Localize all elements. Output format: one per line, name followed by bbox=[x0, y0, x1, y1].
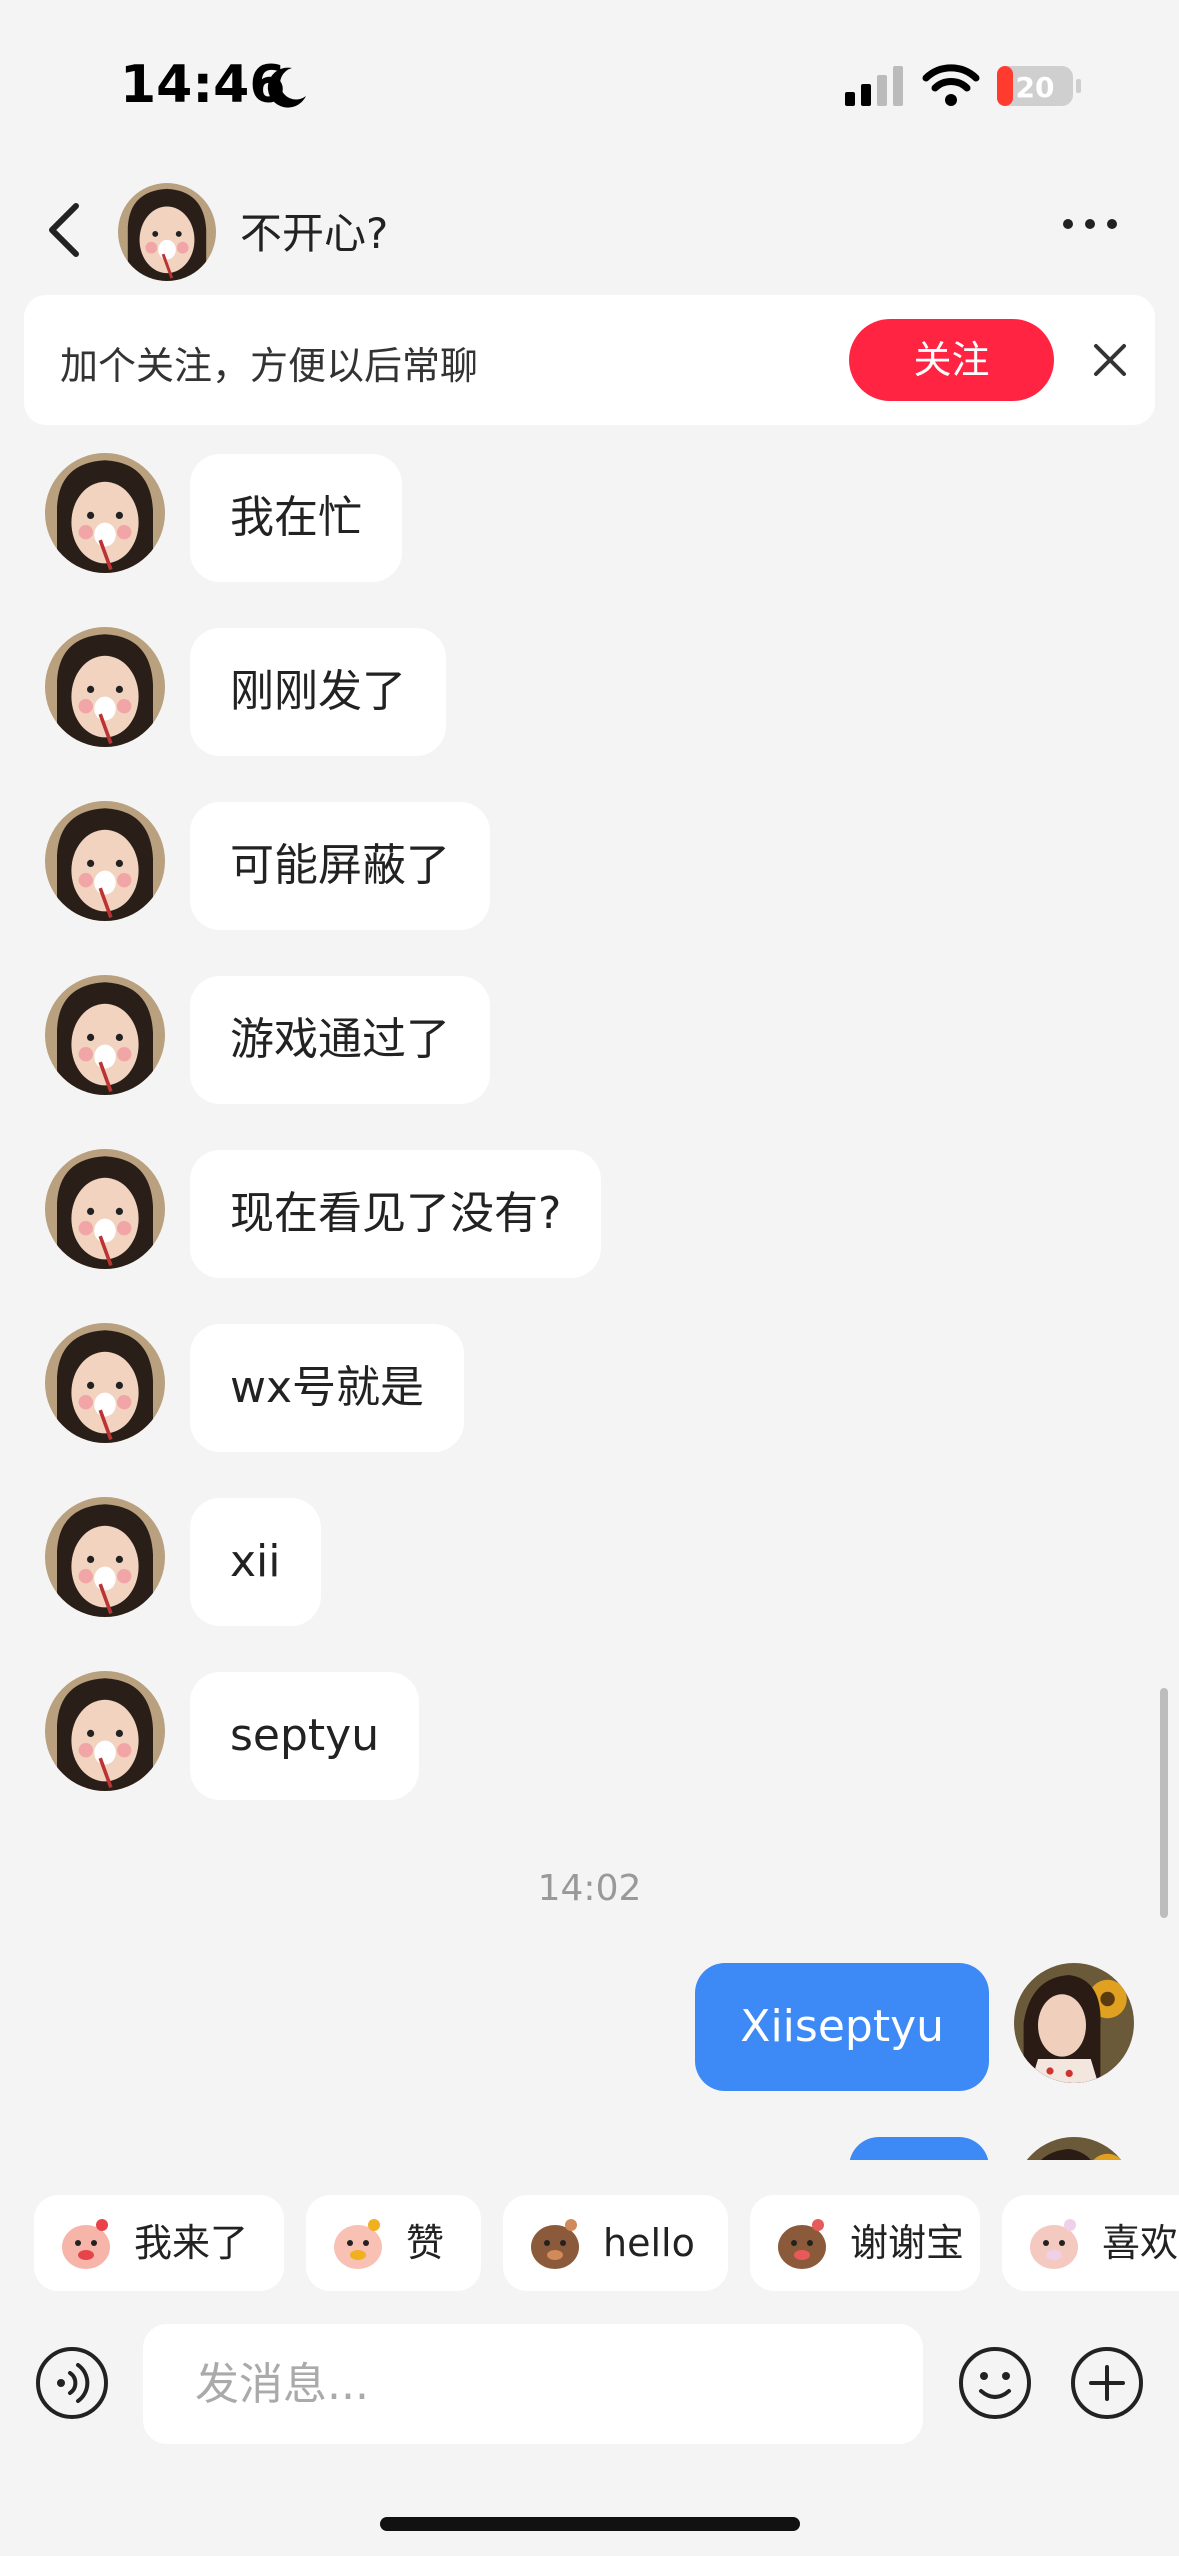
sent-message: Xiiseptyu bbox=[0, 1963, 1179, 2093]
input-row bbox=[0, 2320, 1179, 2450]
message-bubble[interactable]: 可能屏蔽了 bbox=[190, 802, 490, 930]
quick-reply-chip[interactable]: 喜欢 bbox=[1002, 2195, 1179, 2291]
home-indicator bbox=[380, 2517, 800, 2531]
received-message: xii bbox=[0, 1484, 1179, 1626]
received-message: 现在看见了没有? bbox=[0, 1136, 1179, 1278]
sender-avatar[interactable] bbox=[45, 1671, 165, 1791]
received-message: 我在忙 bbox=[0, 440, 1179, 582]
follow-prompt-text: 加个关注，方便以后常聊 bbox=[60, 344, 479, 388]
message-bubble[interactable]: 游戏通过了 bbox=[190, 976, 490, 1104]
add-attachment-icon[interactable] bbox=[1069, 2345, 1145, 2421]
quick-reply-label: 喜欢 bbox=[1102, 2221, 1179, 2265]
quick-reply-chip[interactable]: 我来了 bbox=[34, 2195, 284, 2291]
sticker-monkey-icon bbox=[531, 2219, 579, 2269]
cellular-signal-icon bbox=[845, 66, 903, 106]
close-icon[interactable] bbox=[1090, 340, 1130, 380]
message-bubble[interactable]: 刚刚发了 bbox=[190, 628, 446, 756]
status-time: 14:46 bbox=[120, 55, 286, 115]
quick-reply-chip[interactable]: 谢谢宝 bbox=[750, 2195, 980, 2291]
quick-reply-label: hello bbox=[603, 2221, 695, 2265]
voice-input-icon[interactable] bbox=[34, 2345, 110, 2421]
message-bubble[interactable]: xii bbox=[190, 1498, 321, 1626]
my-avatar[interactable] bbox=[1014, 1963, 1134, 2083]
emoji-icon[interactable] bbox=[957, 2345, 1033, 2421]
sender-avatar[interactable] bbox=[45, 1497, 165, 1617]
composer-area: 我来了 赞 hello 谢谢宝 喜欢 bbox=[0, 2160, 1179, 2556]
quick-reply-chip[interactable]: 赞 bbox=[306, 2195, 481, 2291]
sticker-sheep-icon bbox=[1030, 2219, 1078, 2269]
received-message: 可能屏蔽了 bbox=[0, 788, 1179, 930]
back-arrow-icon[interactable] bbox=[40, 198, 90, 262]
contact-name: 不开心? bbox=[240, 209, 389, 258]
my-message-bubble[interactable]: Xiiseptyu bbox=[695, 1963, 989, 2091]
contact-avatar[interactable] bbox=[118, 183, 216, 281]
moon-icon bbox=[267, 67, 306, 108]
follow-banner: 加个关注，方便以后常聊 关注 bbox=[24, 295, 1155, 425]
received-message: 游戏通过了 bbox=[0, 962, 1179, 1104]
quick-reply-label: 赞 bbox=[406, 2221, 445, 2265]
message-bubble[interactable]: septyu bbox=[190, 1672, 420, 1800]
follow-button[interactable]: 关注 bbox=[849, 319, 1054, 401]
received-message: 刚刚发了 bbox=[0, 614, 1179, 756]
wifi-icon bbox=[922, 64, 980, 106]
sticker-monkey-flower-icon bbox=[778, 2219, 826, 2269]
sender-avatar[interactable] bbox=[45, 453, 165, 573]
received-message: septyu bbox=[0, 1658, 1179, 1800]
chat-header: 不开心? bbox=[0, 170, 1179, 290]
sender-avatar[interactable] bbox=[45, 975, 165, 1095]
sticker-pig-waving-icon bbox=[62, 2219, 110, 2269]
quick-reply-bar: 我来了 赞 hello 谢谢宝 喜欢 bbox=[34, 2195, 1179, 2295]
quick-reply-label: 我来了 bbox=[134, 2221, 249, 2265]
sender-avatar[interactable] bbox=[45, 627, 165, 747]
message-timestamp: 14:02 bbox=[537, 1868, 642, 1909]
quick-reply-chip[interactable]: hello bbox=[503, 2195, 728, 2291]
battery-icon: 20 bbox=[997, 66, 1081, 106]
received-message: wx号就是 bbox=[0, 1310, 1179, 1452]
message-bubble[interactable]: 现在看见了没有? bbox=[190, 1150, 602, 1278]
chat-screen: 14:46 20 不开心? 加个关注，方便以后常聊 关注 我在忙 刚刚发了 可能… bbox=[0, 0, 1179, 2556]
sender-avatar[interactable] bbox=[45, 1323, 165, 1443]
sender-avatar[interactable] bbox=[45, 1149, 165, 1269]
quick-reply-label: 谢谢宝 bbox=[850, 2221, 965, 2265]
more-options-icon[interactable] bbox=[1060, 214, 1120, 234]
battery-level: 20 bbox=[1016, 71, 1055, 104]
sender-avatar[interactable] bbox=[45, 801, 165, 921]
message-bubble[interactable]: 我在忙 bbox=[190, 454, 402, 582]
scrollbar[interactable] bbox=[1160, 1688, 1168, 1918]
sticker-pig-clap-icon bbox=[334, 2219, 382, 2269]
message-bubble[interactable]: wx号就是 bbox=[190, 1324, 465, 1452]
message-input[interactable] bbox=[143, 2324, 923, 2444]
status-bar: 14:46 20 bbox=[0, 0, 1179, 150]
